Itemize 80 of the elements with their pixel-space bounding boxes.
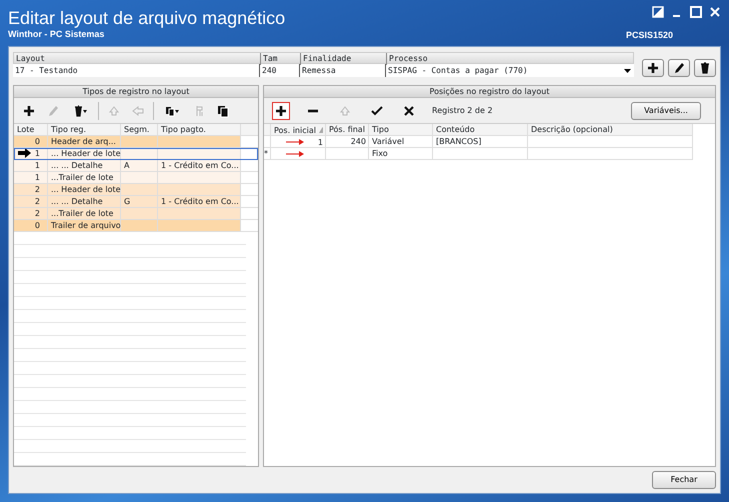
trash-icon	[72, 104, 88, 118]
table-cell: 1	[34, 148, 40, 160]
plus-icon	[22, 104, 36, 118]
window-subtitle: Winthor - PC Sistemas	[8, 28, 106, 41]
table-row[interactable]: 2 ... Header de lote	[14, 184, 258, 196]
layout-select[interactable]: 17 - Testando 240 Remessa SISPAG - Contas a pagar (770)	[13, 64, 634, 77]
table-cell-text: ... ... Detalhe	[50, 196, 104, 208]
restore-icon[interactable]	[652, 6, 664, 18]
up-arrow-icon	[338, 104, 352, 118]
table-cell-text: Variável	[371, 136, 406, 148]
new-row-marker: *	[264, 148, 269, 160]
table-row[interactable]: 1 240 Variável [BRANCOS]	[264, 136, 693, 148]
checkmark-icon	[370, 104, 384, 118]
window-title: Editar layout de arquivo magnético	[8, 8, 286, 28]
table-cell-text: Header de arq...	[50, 136, 117, 148]
add-button[interactable]	[642, 59, 664, 77]
table-cell-text: 1 - Crédito em Co...	[160, 196, 240, 208]
table-row[interactable]: 0 Header de arq...	[14, 136, 258, 148]
sort-icon	[318, 127, 323, 133]
column-header: Segm.	[123, 124, 150, 136]
arrow-icon	[286, 139, 304, 145]
screen-code: PCSIS1520	[626, 29, 673, 42]
table-cell: 1	[318, 136, 323, 148]
variables-button[interactable]: Variáveis...	[631, 102, 701, 120]
panel-title: Tipos de registro no layout	[14, 86, 258, 98]
table-cell-text: [BRANCOS]	[435, 136, 482, 148]
table-cell: 0	[34, 220, 40, 232]
table-cell-text: ...Trailer de lote	[50, 208, 114, 220]
table-cell-text: 240	[350, 136, 367, 148]
close-icon[interactable]	[709, 6, 721, 18]
edit-button[interactable]	[668, 59, 690, 77]
copy-icon	[216, 104, 230, 118]
maximize-icon[interactable]	[690, 6, 702, 18]
table-cell-text: G	[123, 196, 132, 208]
delete-button[interactable]	[694, 59, 716, 77]
table-cell-text: Trailer de arquivo	[50, 220, 121, 232]
close-icon	[402, 104, 416, 118]
column-header: Tipo pagto.	[160, 124, 207, 136]
table-cell: 2	[34, 196, 40, 208]
table-row[interactable]: 1 ... Header de lote	[14, 148, 258, 160]
table-cell-text: ... Header de lote	[50, 148, 121, 160]
column-header: Lote	[16, 124, 36, 136]
column-header[interactable]: Pos. inicial	[274, 124, 316, 136]
plus-icon	[646, 61, 660, 75]
arrow-icon	[286, 151, 304, 157]
table-row[interactable]: 2 ...Trailer de lote	[14, 208, 258, 220]
table-cell: 2	[34, 208, 40, 220]
current-row-arrow-icon	[17, 148, 31, 158]
table-row[interactable]: 1 ... ... Detalhe A 1 - Crédito em Co...	[14, 160, 258, 172]
trash-icon	[698, 61, 712, 75]
table-cell: 2	[34, 184, 40, 196]
pencil-icon	[46, 104, 60, 118]
tool-button[interactable]	[272, 102, 290, 120]
column-header: Layout	[15, 53, 46, 65]
table-cell-text: 1 - Crédito em Co...	[160, 160, 240, 172]
table-row[interactable]: 0 Trailer de arquivo	[14, 220, 258, 232]
table-cell-text: ...Trailer de lote	[50, 172, 114, 184]
pencil-icon	[672, 61, 686, 75]
table-row[interactable]: * Fixo	[264, 148, 693, 160]
table-row[interactable]: 2 ... ... Detalhe G 1 - Crédito em Co...	[14, 196, 258, 208]
table-cell-text: ... Header de lote	[50, 184, 121, 196]
table-cell-text: A	[123, 160, 130, 172]
close-button[interactable]: Fechar	[652, 471, 716, 489]
table-cell-text: Fixo	[371, 148, 389, 160]
table-cell-text: ... ... Detalhe	[50, 160, 104, 172]
column-header[interactable]: Pós. final	[326, 124, 369, 136]
column-header: Tipo reg.	[50, 124, 88, 136]
record-counter: Registro 2 de 2	[432, 104, 493, 116]
table-row[interactable]: 1 ...Trailer de lote	[14, 172, 258, 184]
column-header[interactable]: Descrição (opcional)	[528, 124, 693, 136]
table-cell: 0	[34, 136, 40, 148]
table-cell: 1	[34, 160, 40, 172]
plus-icon	[274, 104, 288, 118]
up-arrow-icon	[107, 104, 121, 118]
table-cell: 1	[34, 172, 40, 184]
panel-title: Posições no registro do layout	[264, 86, 715, 98]
column-header[interactable]: Tipo	[369, 124, 433, 136]
column-header[interactable]: Conteúdo	[433, 124, 528, 136]
left-arrow-icon	[131, 104, 145, 118]
caret-icon	[624, 68, 631, 72]
